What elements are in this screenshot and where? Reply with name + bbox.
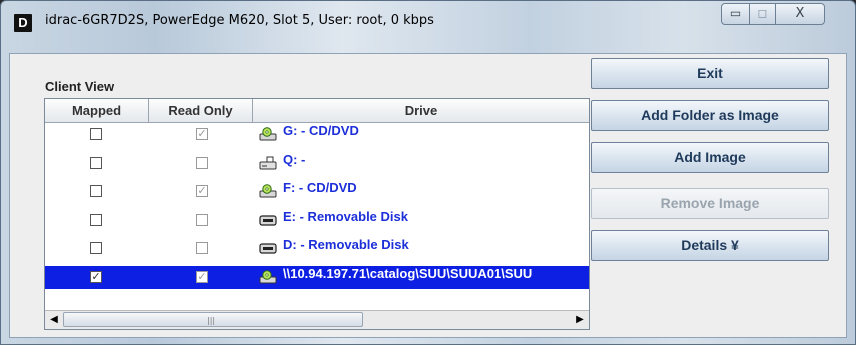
cd-drive-icon: [259, 184, 277, 198]
read-only-checkbox[interactable]: ✓: [196, 271, 208, 283]
table-row[interactable]: Q: -: [45, 152, 589, 175]
column-header-drive[interactable]: Drive: [253, 99, 589, 122]
read-only-checkbox[interactable]: [196, 156, 208, 169]
minimize-button[interactable]: ▭: [721, 3, 750, 25]
app-icon: D: [14, 14, 32, 32]
remove-image-button[interactable]: Remove Image: [591, 188, 829, 219]
mapped-checkbox[interactable]: [90, 128, 102, 140]
mapped-checkbox[interactable]: [90, 242, 102, 255]
scroll-left-icon[interactable]: ◀: [45, 311, 63, 328]
drive-cell[interactable]: D: - Removable Disk: [259, 237, 589, 260]
exit-button[interactable]: Exit: [591, 58, 829, 89]
details-button[interactable]: Details ¥: [591, 230, 829, 261]
read-only-checkbox[interactable]: [196, 213, 208, 226]
window-title: idrac-6GR7D2S, PowerEdge M620, Slot 5, U…: [45, 13, 434, 28]
table-header: Mapped Read Only Drive: [45, 99, 589, 123]
scroll-right-icon[interactable]: ▶: [571, 311, 589, 328]
mapped-checkbox[interactable]: [90, 213, 102, 226]
drive-label: E: - Removable Disk: [283, 208, 408, 224]
read-only-checkbox[interactable]: ✓: [196, 128, 208, 140]
grip-icon: |||: [207, 316, 216, 325]
read-only-checkbox[interactable]: ✓: [196, 185, 208, 198]
table-row[interactable]: D: - Removable Disk: [45, 237, 589, 260]
close-button[interactable]: X: [775, 3, 825, 25]
cd-drive-icon: [259, 270, 277, 284]
mapped-checkbox[interactable]: [90, 156, 102, 169]
drive-label: \\10.94.197.71\catalog\SUU\SUUA01\SUU: [283, 266, 533, 281]
table-row[interactable]: E: - Removable Disk: [45, 209, 589, 232]
title-bar[interactable]: D idrac-6GR7D2S, PowerEdge M620, Slot 5,…: [1, 1, 855, 53]
network-drive-icon: [259, 156, 277, 170]
table-row[interactable]: ✓ G: - CD/DVD: [45, 123, 589, 146]
drive-label: D: - Removable Disk: [283, 237, 409, 253]
removable-disk-icon: [259, 241, 277, 255]
drive-cell[interactable]: F: - CD/DVD: [259, 180, 589, 203]
mapped-checkbox[interactable]: ✓: [90, 271, 102, 283]
read-only-checkbox[interactable]: [196, 242, 208, 255]
drive-label: Q: -: [283, 151, 306, 167]
add-image-button[interactable]: Add Image: [591, 142, 829, 173]
add-folder-as-image-button[interactable]: Add Folder as Image: [591, 100, 829, 131]
table-row[interactable]: ✓ ✓ \\10.94.197.71\catalog\SUU\SUUA01\SUU: [45, 266, 589, 289]
table-row[interactable]: ✓ F: - CD/DVD: [45, 180, 589, 203]
drive-label: G: - CD/DVD: [283, 123, 359, 138]
removable-disk-icon: [259, 213, 277, 227]
drives-table: Mapped Read Only Drive ✓ G: - CD/DVD Q: - ✓…: [44, 98, 590, 330]
mapped-checkbox[interactable]: [90, 185, 102, 198]
drive-cell[interactable]: G: - CD/DVD: [259, 123, 589, 146]
drive-label: F: - CD/DVD: [283, 180, 357, 196]
column-header-read-only[interactable]: Read Only: [149, 99, 253, 122]
horizontal-scrollbar[interactable]: ◀ ||| ▶: [45, 310, 589, 329]
drive-cell[interactable]: E: - Removable Disk: [259, 209, 589, 232]
cd-drive-icon: [259, 127, 277, 141]
virtual-media-window: D idrac-6GR7D2S, PowerEdge M620, Slot 5,…: [0, 0, 856, 345]
column-header-mapped[interactable]: Mapped: [45, 99, 149, 122]
drive-cell[interactable]: Q: -: [259, 152, 589, 175]
scroll-thumb[interactable]: |||: [63, 312, 363, 327]
maximize-button[interactable]: ◻: [749, 3, 776, 25]
client-view-label: Client View: [45, 79, 115, 94]
drive-cell[interactable]: \\10.94.197.71\catalog\SUU\SUUA01\SUU: [259, 266, 589, 289]
